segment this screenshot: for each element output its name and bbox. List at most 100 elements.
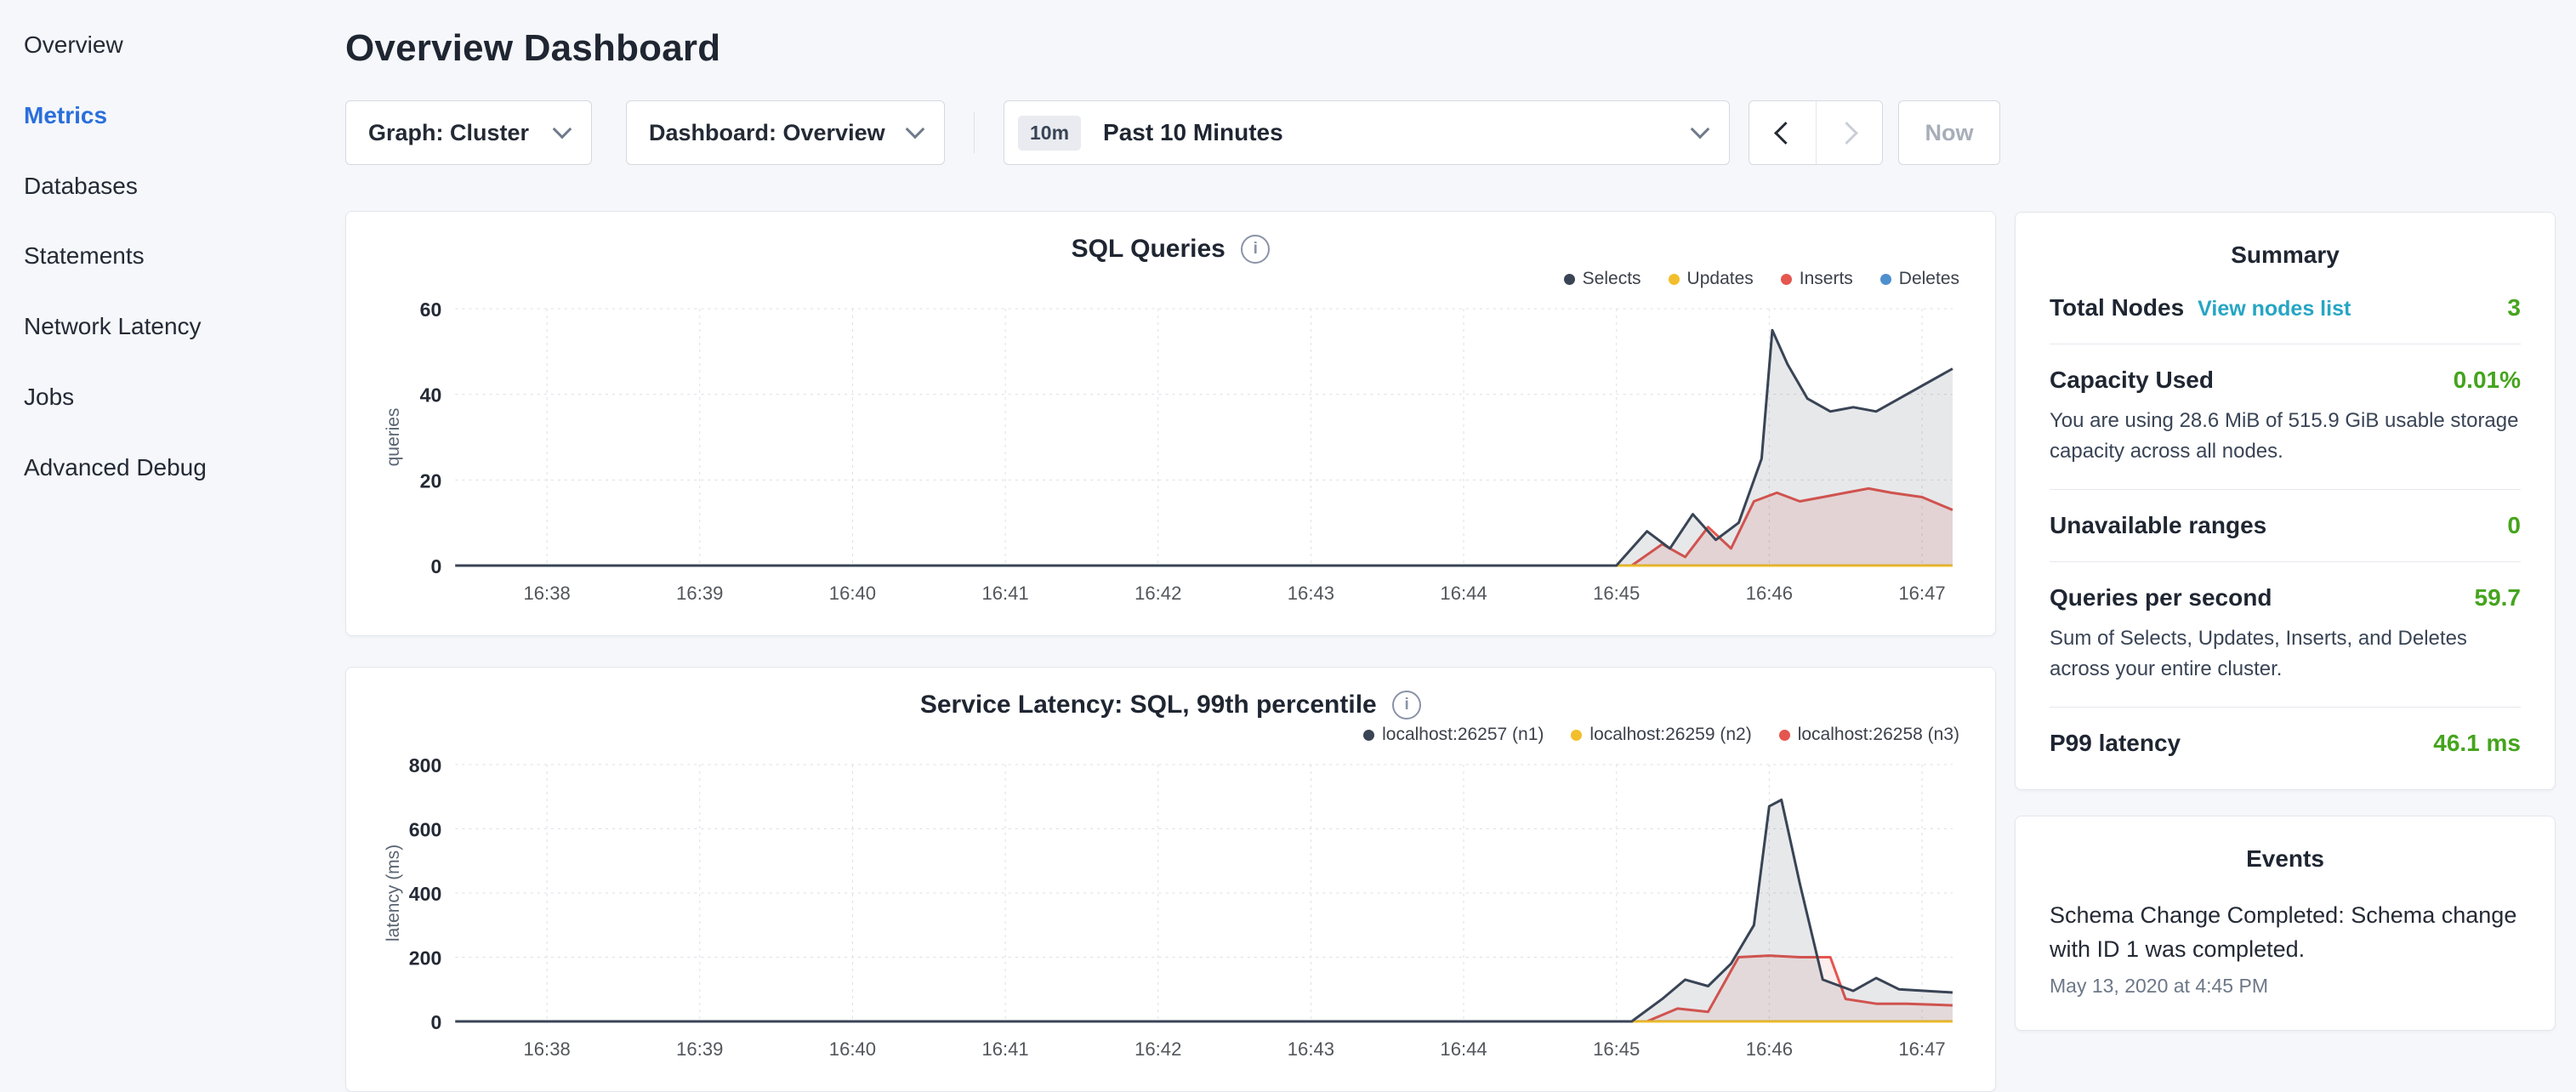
app-root: Overview Metrics Databases Statements Ne… — [0, 0, 2576, 1051]
summary-label: Capacity Used — [2050, 367, 2214, 394]
summary-row-unavailable-ranges: Unavailable ranges 0 — [2050, 512, 2521, 539]
legend-dot-icon — [1363, 730, 1374, 741]
svg-text:60: 60 — [420, 299, 442, 321]
right-column: Summary Total Nodes View nodes list 3 Ca… — [2015, 0, 2576, 1051]
chart-title-row: Service Latency: SQL, 99th percentile i — [377, 690, 1965, 720]
svg-text:16:42: 16:42 — [1134, 1039, 1181, 1061]
legend-dot-icon — [1669, 274, 1680, 285]
chart-legend: localhost:26257 (n1) localhost:26259 (n2)… — [377, 724, 1959, 746]
chart-legend: Selects Updates Inserts Deletes — [377, 268, 1959, 290]
sidebar-item-metrics[interactable]: Metrics — [24, 81, 333, 151]
service-latency-chart-panel: Service Latency: SQL, 99th percentile i … — [345, 667, 1996, 1092]
sidebar-item-jobs[interactable]: Jobs — [24, 362, 333, 433]
sidebar-item-network-latency[interactable]: Network Latency — [24, 292, 333, 362]
legend-label: Selects — [1583, 269, 1641, 289]
svg-text:800: 800 — [409, 755, 442, 777]
sidebar: Overview Metrics Databases Statements Ne… — [0, 0, 333, 1051]
toolbar-divider — [974, 112, 975, 153]
svg-text:20: 20 — [420, 470, 442, 492]
time-prev-button[interactable] — [1749, 101, 1816, 164]
legend-label: Inserts — [1800, 269, 1853, 289]
summary-label: Queries per second — [2050, 584, 2272, 611]
event-item[interactable]: Schema Change Completed: Schema change w… — [2050, 898, 2521, 998]
sidebar-item-databases[interactable]: Databases — [24, 151, 333, 222]
svg-text:16:42: 16:42 — [1134, 583, 1181, 604]
svg-text:16:46: 16:46 — [1746, 1039, 1793, 1061]
svg-text:16:46: 16:46 — [1746, 583, 1793, 604]
svg-text:16:45: 16:45 — [1593, 1039, 1640, 1061]
legend-label: localhost:26259 (n2) — [1589, 725, 1751, 745]
svg-text:600: 600 — [409, 819, 442, 841]
dashboard-dropdown-label: Dashboard: Overview — [649, 120, 885, 146]
summary-label: Total Nodes — [2050, 294, 2184, 321]
events-panel: Events Schema Change Completed: Schema c… — [2015, 816, 2556, 1031]
svg-text:16:40: 16:40 — [829, 1039, 876, 1061]
events-title: Events — [2050, 845, 2521, 873]
divider — [2050, 707, 2521, 708]
time-next-button[interactable] — [1816, 101, 1882, 164]
svg-text:0: 0 — [430, 555, 441, 577]
info-icon[interactable]: i — [1392, 691, 1421, 719]
time-pager — [1749, 100, 1883, 165]
svg-text:16:44: 16:44 — [1440, 583, 1487, 604]
svg-text:400: 400 — [409, 884, 442, 906]
legend-label: localhost:26257 (n1) — [1382, 725, 1544, 745]
summary-description: You are using 28.6 MiB of 515.9 GiB usab… — [2050, 406, 2521, 467]
legend-item[interactable]: Selects — [1564, 268, 1641, 290]
summary-title: Summary — [2050, 242, 2521, 269]
summary-row-queries-per-second: Queries per second 59.7 Sum of Selects, … — [2050, 584, 2521, 685]
time-range-picker[interactable]: 10m Past 10 Minutes — [1004, 100, 1730, 165]
svg-text:0: 0 — [430, 1012, 441, 1034]
graph-scope-dropdown-label: Graph: Cluster — [368, 120, 529, 146]
summary-panel: Summary Total Nodes View nodes list 3 Ca… — [2015, 212, 2556, 790]
legend-item[interactable]: Deletes — [1880, 268, 1959, 290]
legend-item[interactable]: localhost:26257 (n1) — [1363, 724, 1544, 746]
view-nodes-link[interactable]: View nodes list — [2198, 297, 2351, 321]
dashboard-dropdown[interactable]: Dashboard: Overview — [626, 100, 945, 165]
service-latency-chart: 16:3816:3916:4016:4116:4216:4316:4416:45… — [377, 753, 1965, 1076]
chevron-down-icon — [906, 120, 925, 139]
time-range-label: Past 10 Minutes — [1103, 119, 1283, 146]
legend-item[interactable]: localhost:26258 (n3) — [1779, 724, 1959, 746]
chevron-down-icon — [1691, 120, 1710, 139]
sql-queries-chart-panel: SQL Queries i SelectsUpdatesInsertsDelet… — [345, 211, 1996, 636]
sql-queries-chart: 16:3816:3916:4016:4116:4216:4316:4416:45… — [377, 297, 1965, 620]
chart-title: Service Latency: SQL, 99th percentile — [920, 690, 1377, 720]
legend-item[interactable]: Updates — [1669, 268, 1754, 290]
divider — [2050, 561, 2521, 562]
legend-label: localhost:26258 (n3) — [1798, 725, 1959, 745]
svg-text:16:47: 16:47 — [1898, 583, 1945, 604]
svg-text:16:44: 16:44 — [1440, 1039, 1487, 1061]
legend-dot-icon — [1779, 730, 1790, 741]
summary-value: 3 — [2507, 294, 2521, 321]
legend-item[interactable]: localhost:26259 (n2) — [1571, 724, 1751, 746]
sidebar-item-statements[interactable]: Statements — [24, 221, 333, 292]
legend-item[interactable]: Inserts — [1781, 268, 1853, 290]
svg-text:16:39: 16:39 — [676, 1039, 723, 1061]
chevron-right-icon — [1835, 122, 1858, 145]
sidebar-item-overview[interactable]: Overview — [24, 10, 333, 81]
legend-dot-icon — [1564, 274, 1575, 285]
info-icon[interactable]: i — [1241, 235, 1270, 264]
svg-text:16:43: 16:43 — [1288, 1039, 1334, 1061]
time-range-badge: 10m — [1018, 116, 1081, 151]
svg-text:200: 200 — [409, 947, 442, 970]
summary-value: 0 — [2507, 512, 2521, 539]
sidebar-item-advanced-debug[interactable]: Advanced Debug — [24, 433, 333, 503]
divider — [2050, 489, 2521, 490]
summary-value: 0.01% — [2454, 367, 2521, 394]
svg-text:16:47: 16:47 — [1898, 1039, 1945, 1061]
svg-text:queries: queries — [384, 408, 403, 467]
svg-text:40: 40 — [420, 384, 442, 407]
now-button[interactable]: Now — [1898, 100, 2000, 165]
legend-dot-icon — [1781, 274, 1792, 285]
summary-row-capacity-used: Capacity Used 0.01% You are using 28.6 M… — [2050, 367, 2521, 467]
svg-text:16:43: 16:43 — [1288, 583, 1334, 604]
summary-label: Unavailable ranges — [2050, 512, 2266, 539]
svg-text:16:45: 16:45 — [1593, 583, 1640, 604]
event-message: Schema Change Completed: Schema change w… — [2050, 898, 2521, 966]
legend-dot-icon — [1571, 730, 1582, 741]
svg-text:16:39: 16:39 — [676, 583, 723, 604]
graph-scope-dropdown[interactable]: Graph: Cluster — [345, 100, 592, 165]
svg-text:16:38: 16:38 — [524, 1039, 571, 1061]
